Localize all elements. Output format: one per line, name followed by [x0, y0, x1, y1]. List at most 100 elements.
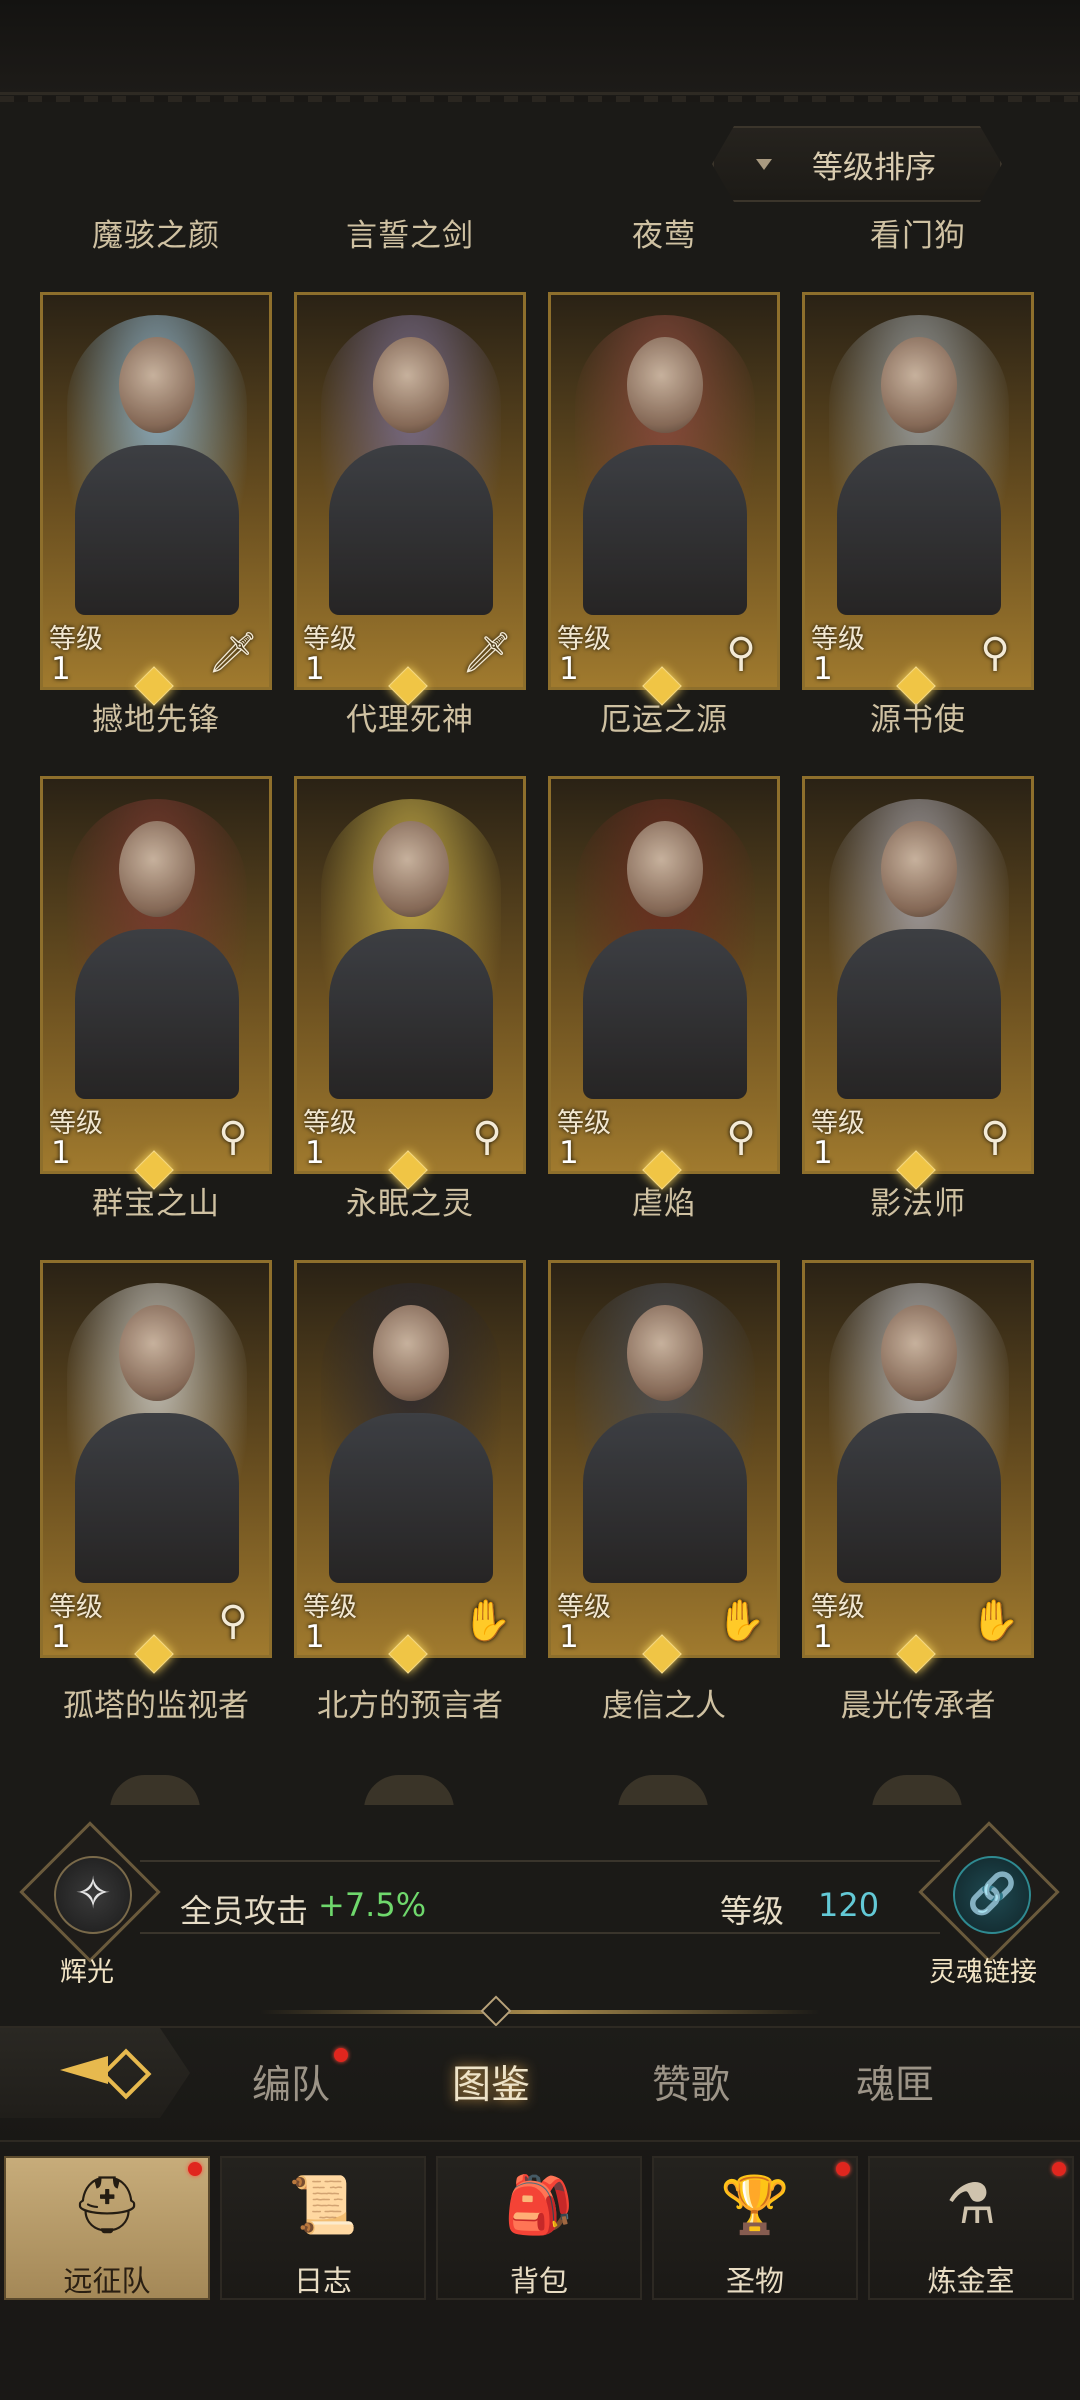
radiance-compass-icon: ✧	[54, 1856, 132, 1934]
horned-helmet-icon: ⛑	[71, 2173, 143, 2238]
nav-scroll-map[interactable]: 📜 日志	[220, 2156, 426, 2300]
soul-link-label: 灵魂链接	[929, 1957, 1037, 1988]
staff-icon: ⚲	[218, 1598, 248, 1644]
hero-level-value: 1	[51, 1619, 71, 1655]
hero-card[interactable]: 虐焰 等级 1 ✋	[548, 1178, 780, 1674]
hero-card[interactable]: 群宝之山 等级 1 ⚲	[40, 1178, 272, 1674]
hero-level-value: 1	[559, 651, 579, 687]
hero-level-value: 1	[559, 1135, 579, 1171]
hero-portrait	[575, 1283, 755, 1583]
nav-alchemy[interactable]: ⚗ 炼金室	[868, 2156, 1074, 2300]
tab-4[interactable]: 魂匣	[856, 2054, 934, 2110]
sword-icon: 🗡	[461, 630, 513, 676]
hero-name: 孤塔的监视者	[63, 1688, 249, 1724]
hero-level-value: 1	[305, 1619, 325, 1655]
hero-name: 虔信之人	[602, 1688, 726, 1724]
hero-portrait	[364, 1775, 454, 1805]
hero-card-partial[interactable]	[548, 1765, 780, 1805]
total-level-value: 120	[818, 1886, 880, 1924]
staff-icon: ⚲	[726, 630, 756, 676]
nav-label: 远征队	[63, 2264, 151, 2298]
back-button[interactable]	[0, 2028, 190, 2118]
back-diamond-icon	[100, 2048, 152, 2100]
top-frame	[0, 0, 1080, 102]
backpack-icon: 🎒	[504, 2173, 574, 2238]
hero-portrait-frame: 等级 1 ✋	[802, 1260, 1034, 1658]
hero-portrait-frame: 等级 1 ⚲	[40, 776, 272, 1174]
hero-portrait-frame: 等级 1 ⚲	[802, 292, 1034, 690]
hero-card[interactable]: 夜莺 等级 1 ⚲	[548, 210, 780, 706]
bottom-nav: ⛑ 远征队 📜 日志 🎒 背包 🏆 圣物 ⚗ 炼金室	[0, 2150, 1080, 2400]
hero-card[interactable]: 看门狗 等级 1 ⚲	[802, 210, 1034, 706]
hero-name: 源书使	[870, 702, 966, 738]
tab-2[interactable]: 图鉴	[452, 2054, 530, 2110]
hero-card[interactable]: 代理死神 等级 1 ⚲	[294, 694, 526, 1190]
hero-portrait-frame: 等级 1 ⚲	[548, 776, 780, 1174]
hero-card[interactable]: 永眠之灵 等级 1 ✋	[294, 1178, 526, 1674]
hero-card-partial[interactable]	[802, 1765, 1034, 1805]
hero-name: 北方的预言者	[317, 1688, 503, 1724]
hero-name: 晨光传承者	[840, 1688, 996, 1724]
tab-3[interactable]: 赞歌	[652, 2054, 730, 2110]
attack-bonus-label: 全员攻击	[180, 1892, 309, 1930]
nav-backpack[interactable]: 🎒 背包	[436, 2156, 642, 2300]
hero-name: 永眠之灵	[346, 1186, 474, 1222]
hero-portrait	[575, 315, 755, 615]
hero-card-partial[interactable]	[40, 1765, 272, 1805]
nav-chalice[interactable]: 🏆 圣物	[652, 2156, 858, 2300]
hero-name: 言誓之剑	[346, 218, 474, 254]
staff-icon: ⚲	[980, 1114, 1010, 1160]
hero-portrait-frame: 等级 1 ⚲	[802, 776, 1034, 1174]
hero-portrait	[575, 799, 755, 1099]
hand-icon: ✋	[462, 1598, 512, 1644]
hero-portrait-frame: 等级 1 ⚲	[40, 1260, 272, 1658]
sub-tab-bar: 编队 图鉴 赞歌 魂匣	[0, 2026, 1080, 2142]
hero-portrait	[67, 799, 247, 1099]
notification-dot	[1052, 2162, 1066, 2176]
hero-portrait	[110, 1775, 200, 1805]
hero-portrait	[829, 315, 1009, 615]
hero-level-value: 1	[813, 651, 833, 687]
tab-1[interactable]: 编队	[252, 2054, 330, 2110]
staff-icon: ⚲	[218, 1114, 248, 1160]
section-divider	[260, 2010, 820, 2014]
staff-icon: ⚲	[980, 630, 1010, 676]
hero-portrait-frame: 等级 1 🗡	[294, 292, 526, 690]
hero-level-value: 1	[305, 651, 325, 687]
hero-portrait-frame: 等级 1 🗡	[40, 292, 272, 690]
notification-dot	[836, 2162, 850, 2176]
hero-portrait-frame: 等级 1 ⚲	[548, 292, 780, 690]
soul-link-chain-icon: 🔗	[953, 1856, 1031, 1934]
staff-icon: ⚲	[726, 1114, 756, 1160]
hero-card[interactable]: 魔骇之颜等级 1 🗡	[40, 210, 272, 706]
hero-portrait	[321, 799, 501, 1099]
hero-name: 魔骇之颜	[92, 218, 220, 254]
hero-card[interactable]: 影法师 等级 1 ✋	[802, 1178, 1034, 1674]
hero-portrait-frame: 等级 1 ✋	[294, 1260, 526, 1658]
scroll-map-icon: 📜	[288, 2173, 358, 2238]
hero-card[interactable]: 厄运之源 等级 1 ⚲	[548, 694, 780, 1190]
level-sort-button[interactable]: 等级排序	[712, 126, 1002, 202]
hero-level-value: 1	[51, 651, 71, 687]
hero-card[interactable]: 撼地先锋 等级 1 ⚲	[40, 694, 272, 1190]
hero-portrait-frame: 等级 1 ⚲	[294, 776, 526, 1174]
staff-icon: ⚲	[472, 1114, 502, 1160]
hero-card[interactable]: 言誓之剑 等级 1 🗡	[294, 210, 526, 706]
nav-horned-helmet[interactable]: ⛑ 远征队	[4, 2156, 210, 2300]
hero-portrait	[67, 1283, 247, 1583]
alchemy-icon: ⚗	[945, 2172, 997, 2237]
hero-card[interactable]: 源书使等级 1 ⚲	[802, 694, 1034, 1190]
hero-level-value: 1	[51, 1135, 71, 1171]
soul-link-button[interactable]: 🔗 灵魂链接	[915, 1821, 1065, 1992]
hand-icon: ✋	[716, 1598, 766, 1644]
attack-bonus-value: +7.5%	[318, 1886, 427, 1924]
radiance-label: 辉光	[60, 1957, 114, 1988]
hero-level-value: 1	[559, 1619, 579, 1655]
nav-label: 炼金室	[927, 2264, 1015, 2298]
total-level-label: 等级	[720, 1892, 785, 1930]
hero-portrait	[67, 315, 247, 615]
radiance-button[interactable]: ✧ 辉光	[19, 1821, 161, 1988]
hero-name: 群宝之山	[92, 1186, 220, 1222]
hero-card-partial[interactable]	[294, 1765, 526, 1805]
hero-level-value: 1	[305, 1135, 325, 1171]
